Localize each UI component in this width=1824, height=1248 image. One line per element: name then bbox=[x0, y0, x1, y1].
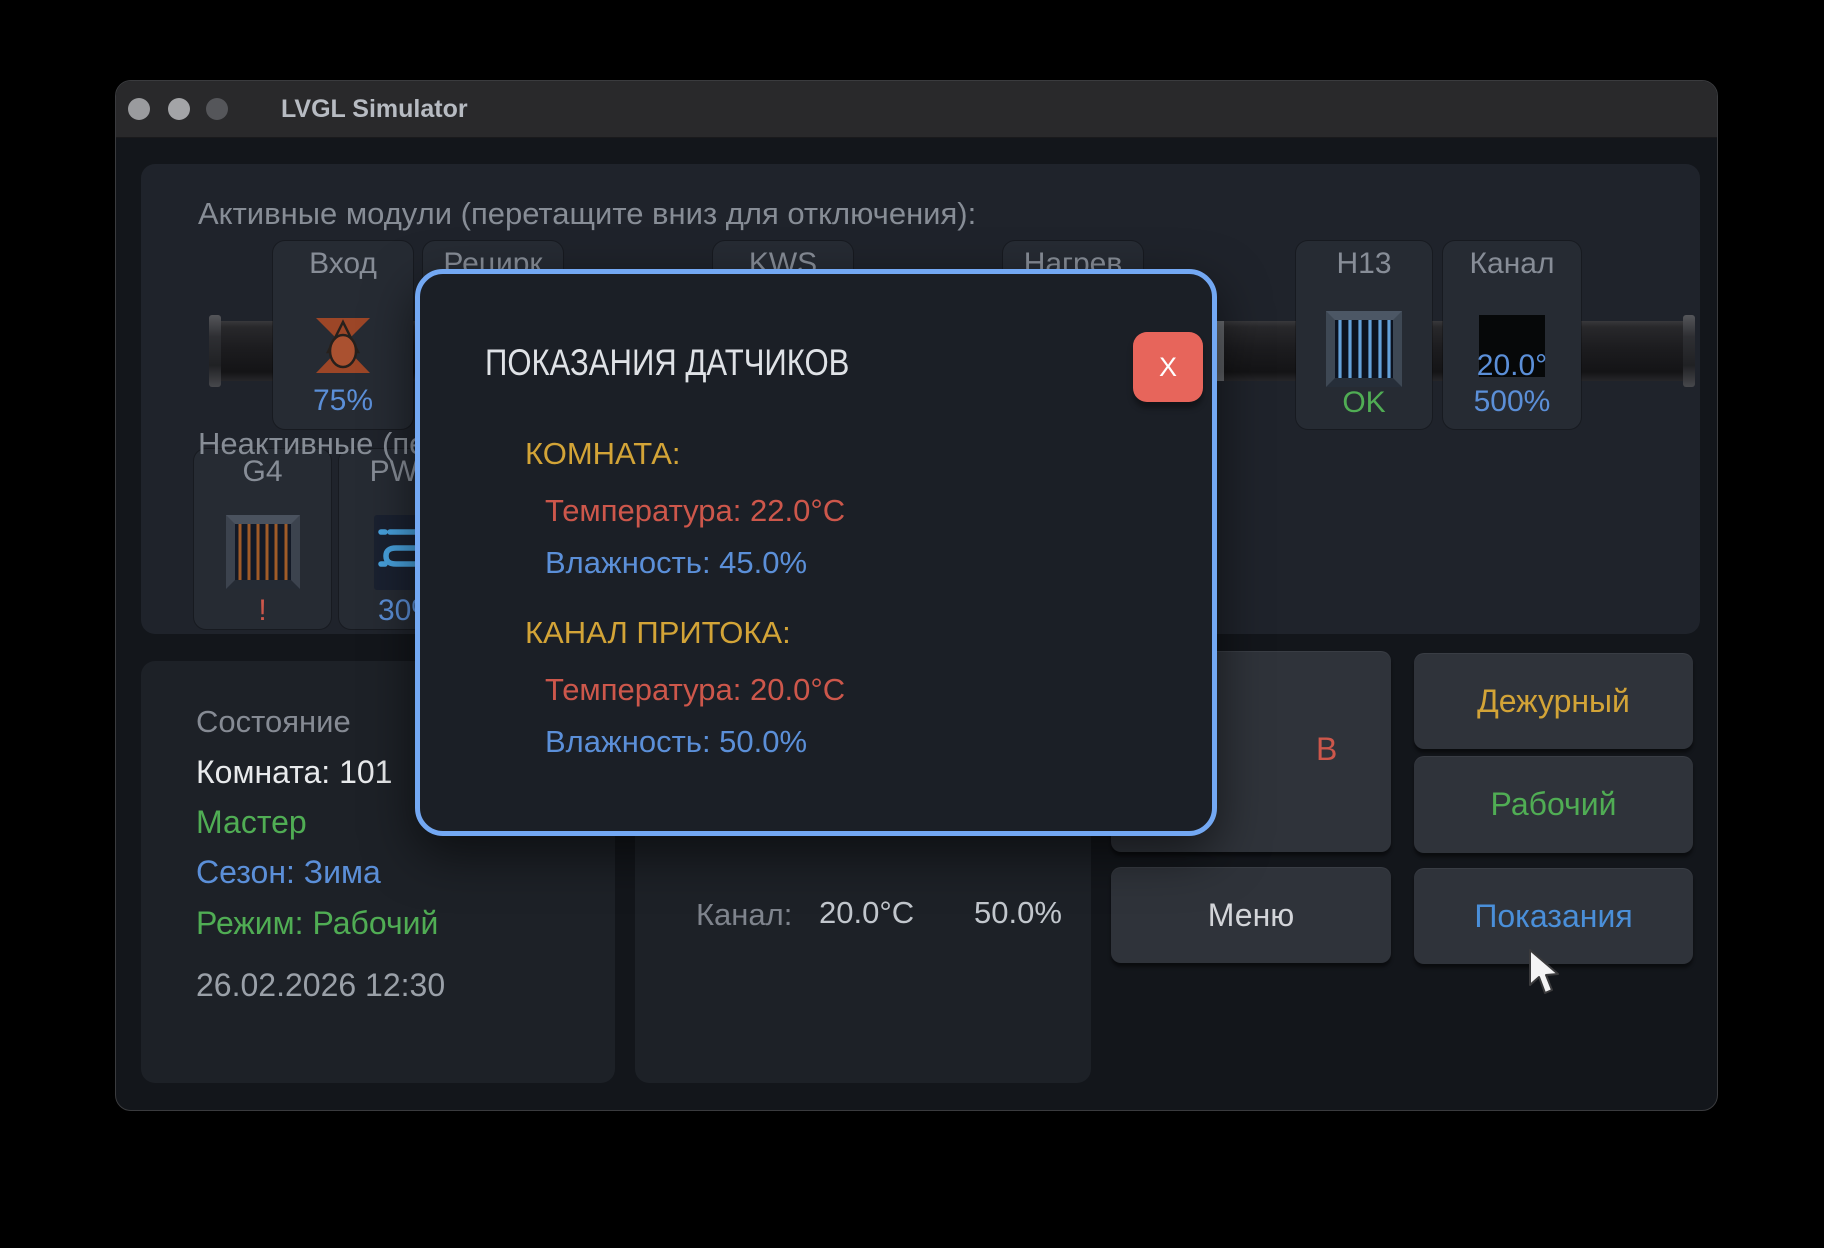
status-mode: Режим: Рабочий bbox=[196, 905, 438, 942]
sensor-row-label: Канал: bbox=[696, 897, 792, 933]
window-title: LVGL Simulator bbox=[281, 95, 468, 124]
module-tile-kanal[interactable]: Канал 20.0° 500% bbox=[1443, 241, 1581, 429]
window-close-button[interactable] bbox=[128, 98, 150, 120]
module-tile-h13[interactable]: H13 bbox=[1296, 241, 1432, 429]
status-title: Состояние bbox=[196, 704, 351, 740]
titlebar[interactable]: LVGL Simulator bbox=[116, 81, 1717, 138]
filter-icon bbox=[226, 515, 300, 594]
status-room: Комната: 101 bbox=[196, 754, 392, 791]
module-tile-vhod[interactable]: Вход 75% bbox=[273, 241, 413, 429]
module-tile-g4[interactable]: G4 bbox=[194, 449, 331, 629]
menu-button[interactable]: Меню bbox=[1111, 867, 1391, 963]
close-button[interactable]: X bbox=[1133, 332, 1203, 402]
window-minimize-button[interactable] bbox=[168, 98, 190, 120]
sensor-row-temp: 20.0°C bbox=[819, 895, 914, 931]
screen: LVGL Simulator Активные модули (перетащи… bbox=[0, 0, 1824, 1248]
working-mode-button[interactable]: Рабочий bbox=[1414, 756, 1693, 853]
active-modules-label: Активные модули (перетащите вниз для отк… bbox=[198, 196, 976, 232]
sensor-row-humidity: 50.0% bbox=[974, 895, 1062, 931]
window-zoom-button[interactable] bbox=[206, 98, 228, 120]
status-season: Сезон: Зима bbox=[196, 854, 381, 891]
module-value: 75% bbox=[273, 384, 413, 418]
close-icon: X bbox=[1159, 352, 1177, 383]
room-humidity: Влажность: 45.0% bbox=[545, 545, 807, 581]
duct-temperature: Температура: 20.0°C bbox=[545, 672, 845, 708]
sensor-readings-dialog: ПОКАЗАНИЯ ДАТЧИКОВ X КОМНАТА: Температур… bbox=[415, 269, 1217, 836]
power-off-label-partial: В bbox=[1316, 731, 1337, 768]
status-datetime: 26.02.2026 12:30 bbox=[196, 967, 445, 1004]
module-humidity: 500% bbox=[1443, 385, 1581, 419]
mouse-cursor bbox=[1527, 948, 1563, 1003]
duct-right-cap bbox=[1683, 315, 1695, 387]
module-temp: 20.0° bbox=[1443, 349, 1581, 383]
dialog-title: ПОКАЗАНИЯ ДАТЧИКОВ bbox=[485, 342, 849, 384]
room-temperature: Температура: 22.0°C bbox=[545, 493, 845, 529]
standby-mode-button[interactable]: Дежурный bbox=[1414, 653, 1693, 749]
duct-left-cap bbox=[209, 315, 221, 387]
valve-icon bbox=[311, 313, 375, 384]
module-status: OK bbox=[1296, 386, 1432, 420]
module-alert: ! bbox=[194, 594, 331, 628]
section-room-heading: КОМНАТА: bbox=[525, 436, 680, 472]
filter-icon bbox=[1326, 311, 1402, 392]
duct-humidity: Влажность: 50.0% bbox=[545, 724, 807, 760]
status-master: Мастер bbox=[196, 804, 307, 841]
section-duct-heading: КАНАЛ ПРИТОКА: bbox=[525, 615, 791, 651]
